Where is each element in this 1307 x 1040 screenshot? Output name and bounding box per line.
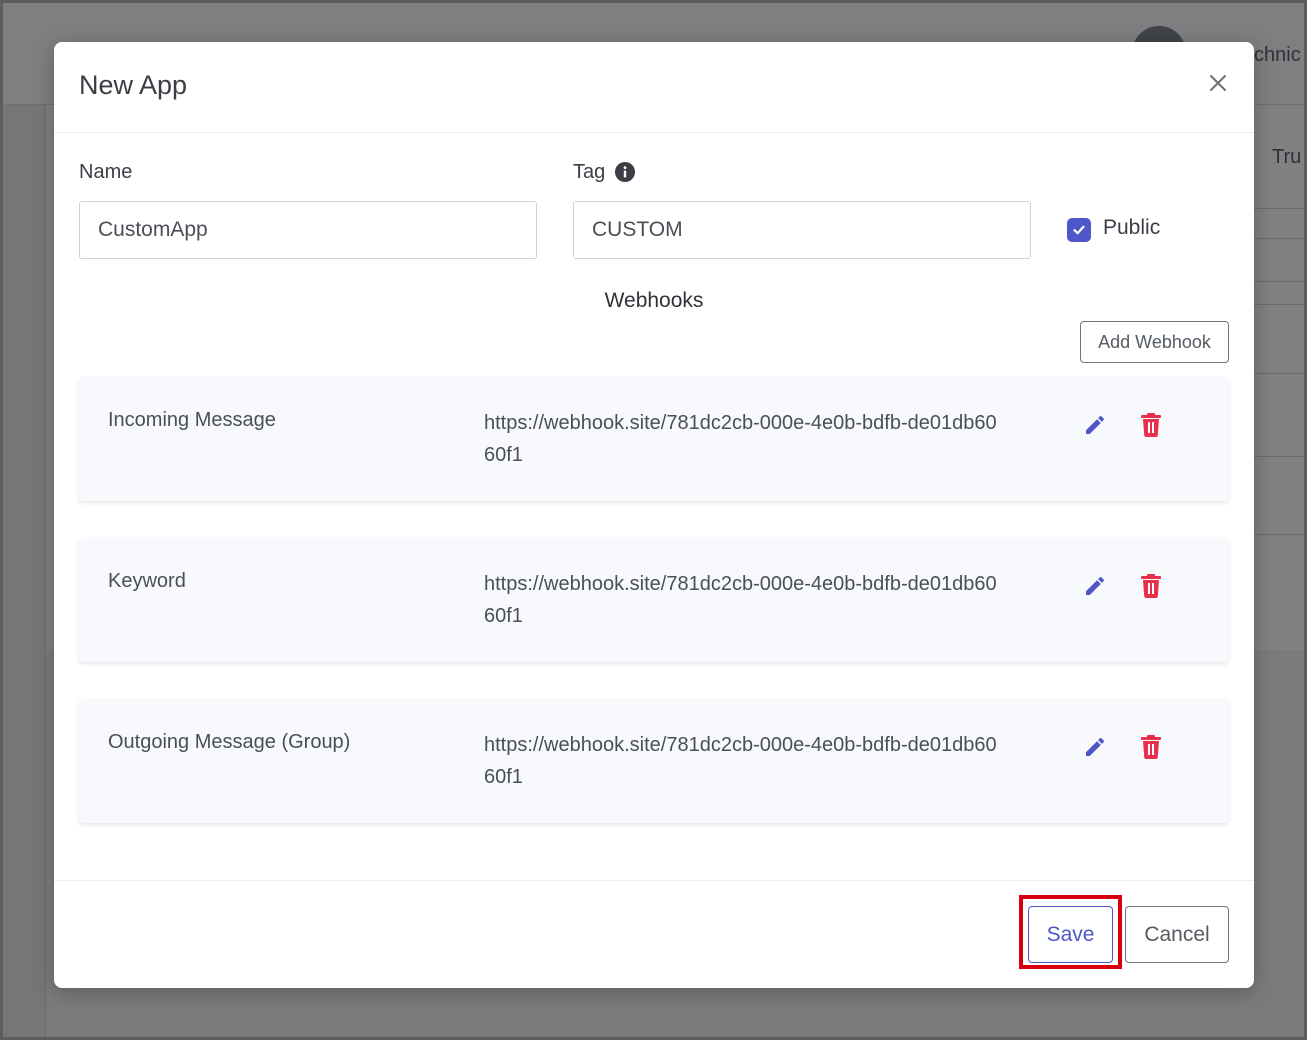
name-input[interactable] (79, 201, 537, 259)
webhook-card: Outgoing Message (Group) https://webhook… (79, 699, 1229, 823)
close-icon (1210, 75, 1226, 91)
tag-input[interactable] (573, 201, 1031, 259)
modal-title: New App (79, 70, 188, 100)
add-webhook-button[interactable]: Add Webhook (1080, 321, 1229, 363)
background-sidebar (0, 105, 46, 1040)
background-username-text: chnic (1254, 44, 1301, 66)
trash-icon[interactable] (1141, 413, 1161, 437)
public-checkbox[interactable] (1067, 218, 1091, 242)
edit-icon[interactable] (1083, 413, 1107, 437)
webhook-url: https://webhook.site/781dc2cb-000e-4e0b-… (484, 573, 997, 627)
cancel-button[interactable]: Cancel (1125, 906, 1229, 963)
edit-icon[interactable] (1083, 574, 1107, 598)
name-label: Name (79, 161, 133, 183)
modal-header: New App (54, 42, 1254, 133)
checkmark-icon (1073, 225, 1085, 235)
public-label[interactable]: Public (1103, 216, 1160, 240)
webhook-name: Incoming Message (108, 409, 276, 431)
close-button[interactable] (1205, 70, 1231, 96)
new-app-modal: New App Name Tag Public Webhooks Add Web… (54, 42, 1254, 988)
webhook-card: Keyword https://webhook.site/781dc2cb-00… (79, 538, 1229, 662)
trash-icon[interactable] (1141, 574, 1161, 598)
webhook-name: Keyword (108, 570, 186, 592)
tag-label: Tag (573, 161, 606, 183)
trash-icon[interactable] (1141, 735, 1161, 759)
edit-icon[interactable] (1083, 735, 1107, 759)
webhook-name: Outgoing Message (Group) (108, 731, 351, 753)
webhook-url: https://webhook.site/781dc2cb-000e-4e0b-… (484, 412, 997, 466)
modal-footer: Save Cancel (54, 880, 1254, 988)
save-button[interactable]: Save (1028, 906, 1113, 963)
info-icon[interactable] (615, 162, 635, 182)
background-column-text: Tru (1272, 146, 1302, 168)
webhooks-title: Webhooks (604, 289, 704, 312)
webhook-card: Incoming Message https://webhook.site/78… (79, 377, 1229, 501)
webhook-url: https://webhook.site/781dc2cb-000e-4e0b-… (484, 734, 997, 788)
